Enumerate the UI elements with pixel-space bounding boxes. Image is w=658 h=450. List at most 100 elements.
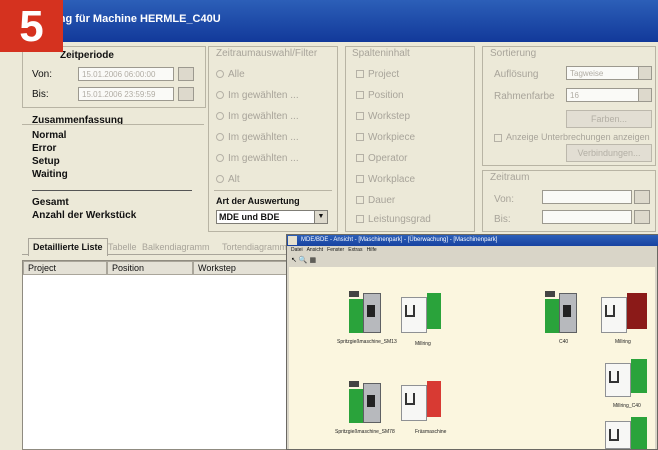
menu-hilfe[interactable]: Hilfe	[367, 247, 377, 253]
radio-icon	[216, 154, 224, 163]
radio-icon	[216, 112, 224, 121]
zeitraum2-bis-label: Bis:	[494, 214, 511, 225]
summary-waiting: Waiting	[32, 169, 68, 180]
checkbox-icon	[356, 133, 364, 142]
machine-icon-8[interactable]	[605, 417, 649, 449]
menu-ansicht[interactable]: Ansicht	[307, 247, 323, 253]
grid-icon[interactable]: ▦	[310, 257, 317, 264]
checkbox-icon	[356, 215, 364, 224]
divider	[22, 124, 204, 125]
step-badge: 5	[0, 0, 63, 52]
checkbox-icon	[356, 196, 364, 205]
checkbox-position[interactable]: Position	[356, 90, 404, 101]
zeitraum-group-label: Zeitraumauswahl/Filter	[216, 48, 318, 59]
bis-field[interactable]: 15.01.2006 23:59:59	[78, 87, 174, 101]
machine-label-7: Millring_C40	[613, 403, 641, 409]
radio-icon	[216, 175, 224, 184]
radio-option-5[interactable]: Alt	[216, 174, 240, 185]
menu-datei[interactable]: Datei	[291, 247, 303, 253]
menu-fenster[interactable]: Fenster	[327, 247, 344, 253]
aufloesung-dropdown-button[interactable]	[638, 66, 652, 80]
divider	[214, 190, 332, 191]
chevron-down-icon: ▼	[314, 211, 327, 223]
radio-option-0[interactable]: Alle	[216, 69, 245, 80]
tab-tabelle[interactable]: Tabelle	[104, 239, 141, 256]
summary-normal: Normal	[32, 130, 67, 141]
machine-label-4: Fräsmaschine	[415, 429, 447, 435]
checkbox-icon	[494, 133, 502, 142]
spalten-group-label: Spalteninhalt	[352, 48, 410, 59]
window-titlebar: ung für Machine HERMLE_C40U	[0, 0, 658, 42]
checkbox-dauer[interactable]: Dauer	[356, 195, 395, 206]
sub-window-title: MDE/BDE - Ansicht - [Maschinenpark] - [Ü…	[287, 235, 658, 246]
checkbox-workplace[interactable]: Workplace	[356, 174, 415, 185]
summary-error: Error	[32, 143, 57, 154]
tab-balkendiagramm[interactable]: Balkendiagramm	[138, 239, 214, 256]
checkbox-icon	[356, 175, 364, 184]
aufloesung-select[interactable]: Tagweise	[566, 66, 640, 80]
radio-option-3[interactable]: Im gewählten ...	[216, 132, 299, 143]
machine-label-3: Spritzgießmaschine_SM78	[335, 429, 395, 435]
zeitraum2-von-picker[interactable]	[634, 190, 650, 204]
column-header-project[interactable]: Project	[23, 261, 107, 275]
summary-anzahl: Anzahl der Werkstück	[32, 210, 137, 221]
zeitraum2-bis-field[interactable]	[542, 210, 632, 224]
von-label: Von:	[32, 69, 53, 80]
column-header-position[interactable]: Position	[107, 261, 193, 275]
pointer-icon[interactable]: ↖	[291, 257, 297, 264]
von-field[interactable]: 15.01.2006 06:00:00	[78, 67, 174, 81]
checkbox-icon	[356, 91, 364, 100]
checkbox-workstep[interactable]: Workstep	[356, 111, 410, 122]
app-icon	[288, 236, 297, 245]
von-picker-button[interactable]	[178, 67, 194, 81]
tab-tortendiagramm[interactable]: Tortendiagramm	[218, 239, 291, 256]
checkbox-project[interactable]: Project	[356, 69, 399, 80]
summary-gesamt: Gesamt	[32, 197, 69, 208]
radio-icon	[216, 91, 224, 100]
sub-window-menubar: Datei Ansicht Fenster Extras Hilfe	[291, 247, 377, 253]
verbindungen-button[interactable]: Verbindungen...	[566, 144, 652, 162]
sortierung-group-label: Sortierung	[490, 48, 537, 59]
farben-button[interactable]: Farben...	[566, 110, 652, 128]
menu-extras[interactable]: Extras	[348, 247, 362, 253]
machine-icon-2[interactable]	[401, 293, 445, 333]
detail-table: Project Position Workstep	[22, 260, 293, 450]
radio-option-2[interactable]: Im gewählten ...	[216, 111, 299, 122]
radio-icon	[216, 70, 224, 79]
summary-setup: Setup	[32, 156, 60, 167]
checkbox-workpiece[interactable]: Workpiece	[356, 132, 415, 143]
sub-toolbar: ↖ 🔍 ▦	[291, 256, 331, 265]
checkbox-operator[interactable]: Operator	[356, 153, 407, 164]
summary-separator	[32, 190, 192, 191]
window-title: ung für Machine HERMLE_C40U	[52, 13, 221, 25]
machine-icon-6[interactable]	[601, 293, 649, 333]
zeitraum2-von-label: Von:	[494, 194, 515, 205]
auswertung-select[interactable]: MDE und BDE ▼	[216, 210, 328, 224]
machine-icon-3[interactable]	[349, 381, 383, 425]
checkbox-leistungsgrad[interactable]: Leistungsgrad	[356, 214, 431, 225]
auswertung-label: Art der Auswertung	[216, 196, 300, 206]
radio-icon	[216, 133, 224, 142]
radio-option-1[interactable]: Im gewählten ...	[216, 90, 299, 101]
rahmenfarbe-label: Rahmenfarbe	[494, 91, 555, 102]
rahmenfarbe-dropdown-button[interactable]	[638, 88, 652, 102]
machine-icon-4[interactable]	[401, 381, 445, 421]
bis-picker-button[interactable]	[178, 87, 194, 101]
main-panel: Zeitperiode Von: 15.01.2006 06:00:00 Bis…	[0, 42, 658, 450]
checkbox-icon	[356, 112, 364, 121]
machine-canvas: Spritzgießmaschine_SM13 Millring Spritzg…	[289, 267, 655, 449]
checkbox-icon	[356, 154, 364, 163]
zeitraum2-von-field[interactable]	[542, 190, 632, 204]
column-header-workstep[interactable]: Workstep	[193, 261, 293, 275]
machine-icon-5[interactable]	[545, 291, 579, 335]
machine-icon-1[interactable]	[349, 291, 383, 335]
zoom-icon[interactable]: 🔍	[299, 257, 308, 264]
radio-option-4[interactable]: Im gewählten ...	[216, 153, 299, 164]
sub-window: MDE/BDE - Ansicht - [Maschinenpark] - [Ü…	[286, 234, 658, 450]
rahmenfarbe-select[interactable]: 16	[566, 88, 640, 102]
tab-detaillierte-liste[interactable]: Detaillierte Liste	[28, 238, 108, 256]
machine-icon-7[interactable]	[605, 359, 649, 399]
zeitraum2-bis-picker[interactable]	[634, 210, 650, 224]
anzeige-checkbox[interactable]: Anzeige Unterbrechungen anzeigen	[494, 132, 650, 142]
aufloesung-label: Auflösung	[494, 69, 539, 80]
